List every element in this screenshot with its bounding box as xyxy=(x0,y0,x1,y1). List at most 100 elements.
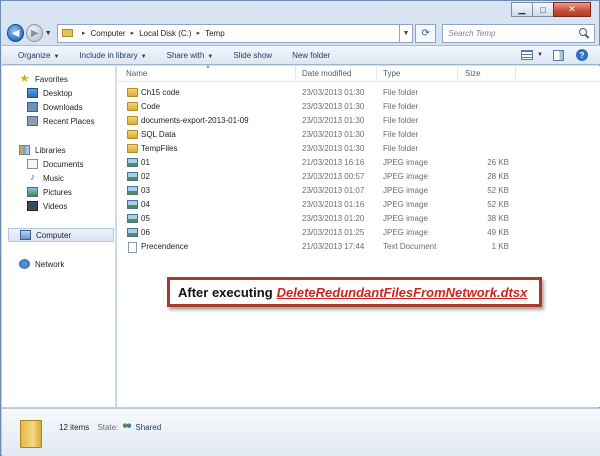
file-row[interactable]: Code 23/03/2013 01:30 File folder xyxy=(117,101,600,115)
jpeg-image-icon xyxy=(127,200,138,209)
chevron-down-icon: ▼ xyxy=(53,53,60,60)
help-icon[interactable]: ? xyxy=(576,49,588,61)
nav-desktop[interactable]: Desktop xyxy=(2,86,116,100)
nav-favorites[interactable]: ★ Favorites xyxy=(2,72,116,86)
address-bar[interactable]: ▸ Computer ▸ Local Disk (C:) ▸ Temp xyxy=(56,23,400,43)
file-row[interactable]: 03 23/03/2013 01:07 JPEG image 52 KB xyxy=(117,185,600,199)
nav-music[interactable]: ♪ Music xyxy=(2,171,116,185)
network-icon xyxy=(19,259,30,269)
file-name: 01 xyxy=(141,158,150,167)
callout-package-link[interactable]: DeleteRedundantFilesFromNetwork.dtsx xyxy=(277,285,528,300)
column-divider[interactable] xyxy=(376,66,377,82)
breadcrumb-separator[interactable]: ▸ xyxy=(131,29,135,37)
nav-recent-places[interactable]: Recent Places xyxy=(2,114,116,128)
recent-places-icon xyxy=(27,116,38,126)
folder-icon xyxy=(127,130,138,139)
file-row[interactable]: documents-export-2013-01-09 23/03/2013 0… xyxy=(117,115,600,129)
include-in-library-button[interactable]: Include in library ▼ xyxy=(79,51,146,60)
file-row[interactable]: TempFiles 23/03/2013 01:30 File folder xyxy=(117,143,600,157)
file-date: 23/03/2013 01:30 xyxy=(302,130,365,139)
column-header-date[interactable]: Date modified xyxy=(302,69,351,78)
column-divider[interactable] xyxy=(457,66,458,82)
column-header-name[interactable]: Name xyxy=(126,69,147,78)
navigation-pane: ★ Favorites Desktop Downloads Recent Pla… xyxy=(2,66,116,407)
star-icon: ★ xyxy=(19,73,30,85)
file-row[interactable]: 06 23/03/2013 01:25 JPEG image 49 KB xyxy=(117,227,600,241)
nav-label: Videos xyxy=(43,201,68,211)
maximize-button[interactable]: □ xyxy=(532,2,554,17)
column-header-type[interactable]: Type xyxy=(383,69,400,78)
change-view-icon[interactable] xyxy=(521,50,534,60)
organize-button[interactable]: Organize ▼ xyxy=(18,51,59,60)
item-count: 12 items xyxy=(59,423,90,432)
address-history-dropdown[interactable]: ▼ xyxy=(399,23,414,43)
search-icon[interactable] xyxy=(578,27,590,39)
file-type: File folder xyxy=(383,116,419,125)
nav-label: Libraries xyxy=(35,145,66,155)
close-button[interactable]: ✕ xyxy=(553,2,591,17)
breadcrumb-local-disk[interactable]: Local Disk (C:) xyxy=(139,29,191,38)
file-size: 52 KB xyxy=(487,200,509,209)
back-button[interactable]: ◀ xyxy=(7,24,25,42)
explorer-window: ▁ □ ✕ ◀ ▶ ▼ ▸ Computer ▸ Local Disk (C:)… xyxy=(0,0,600,456)
nav-network[interactable]: Network xyxy=(2,257,116,271)
breadcrumb-temp[interactable]: Temp xyxy=(205,29,225,38)
details-pane: 12 items State: Shared xyxy=(2,408,600,456)
file-type: File folder xyxy=(383,102,419,111)
file-type: File folder xyxy=(383,130,419,139)
breadcrumb-separator[interactable]: ▸ xyxy=(197,29,201,37)
nav-label: Pictures xyxy=(43,187,72,197)
column-divider[interactable] xyxy=(295,66,296,82)
file-row[interactable]: 04 23/03/2013 01:16 JPEG image 52 KB xyxy=(117,199,600,213)
file-name: Code xyxy=(141,102,161,111)
callout-prefix: After executing xyxy=(178,284,273,300)
file-row[interactable]: SQL Data 23/03/2013 01:30 File folder xyxy=(117,129,600,143)
jpeg-image-icon xyxy=(127,228,138,237)
refresh-icon[interactable]: ⟳ xyxy=(415,23,437,43)
forward-button[interactable]: ▶ xyxy=(26,24,44,42)
file-list: ▲ Name Date modified Type Size Ch15 code… xyxy=(117,64,600,407)
file-row[interactable]: 01 21/03/2013 16:16 JPEG image 26 KB xyxy=(117,157,600,171)
documents-icon xyxy=(27,159,38,169)
nav-videos[interactable]: Videos xyxy=(2,199,116,213)
nav-libraries[interactable]: Libraries xyxy=(2,143,116,157)
file-date: 23/03/2013 01:25 xyxy=(302,228,365,237)
file-row[interactable]: Ch15 code 23/03/2013 01:30 File folder xyxy=(117,87,600,101)
preview-pane-icon[interactable] xyxy=(553,49,564,61)
slide-show-button[interactable]: Slide show xyxy=(233,51,272,60)
nav-label: Favorites xyxy=(35,74,68,84)
file-row[interactable]: Precendence 21/03/2013 17:44 Text Docume… xyxy=(117,241,600,255)
breadcrumb-separator[interactable]: ▸ xyxy=(82,29,86,37)
details-text: 12 items State: Shared xyxy=(59,422,161,432)
file-row[interactable]: 05 23/03/2013 01:20 JPEG image 38 KB xyxy=(117,213,600,227)
recent-pages-dropdown[interactable]: ▼ xyxy=(43,30,53,37)
folder-icon xyxy=(127,116,138,125)
folder-icon xyxy=(127,102,138,111)
chevron-down-icon[interactable]: ▼ xyxy=(537,52,543,58)
share-with-button[interactable]: Share with ▼ xyxy=(167,51,214,60)
minimize-button[interactable]: ▁ xyxy=(511,2,533,17)
folder-icon xyxy=(20,420,42,448)
search-box[interactable]: Search Temp xyxy=(442,23,595,43)
new-folder-button[interactable]: New folder xyxy=(292,51,330,60)
file-row[interactable]: 02 23/03/2013 00:57 JPEG image 28 KB xyxy=(117,171,600,185)
file-date: 23/03/2013 01:30 xyxy=(302,144,365,153)
toolbar-right-group: ▼ ? xyxy=(521,49,588,61)
nav-computer[interactable]: Computer xyxy=(8,228,114,242)
file-size: 26 KB xyxy=(487,158,509,167)
nav-downloads[interactable]: Downloads xyxy=(2,100,116,114)
breadcrumb-computer[interactable]: Computer xyxy=(90,29,125,38)
file-date: 23/03/2013 01:20 xyxy=(302,214,365,223)
search-input[interactable]: Search Temp xyxy=(448,29,495,38)
annotation-callout: After executing DeleteRedundantFilesFrom… xyxy=(167,277,542,307)
nav-documents[interactable]: Documents xyxy=(2,157,116,171)
column-header-size[interactable]: Size xyxy=(465,69,481,78)
nav-pictures[interactable]: Pictures xyxy=(2,185,116,199)
videos-icon xyxy=(27,201,38,211)
file-size: 28 KB xyxy=(487,172,509,181)
file-date: 21/03/2013 16:16 xyxy=(302,158,365,167)
file-size: 1 KB xyxy=(491,242,509,251)
file-type: File folder xyxy=(383,88,419,97)
column-divider[interactable] xyxy=(515,66,516,82)
folder-icon xyxy=(127,88,138,97)
